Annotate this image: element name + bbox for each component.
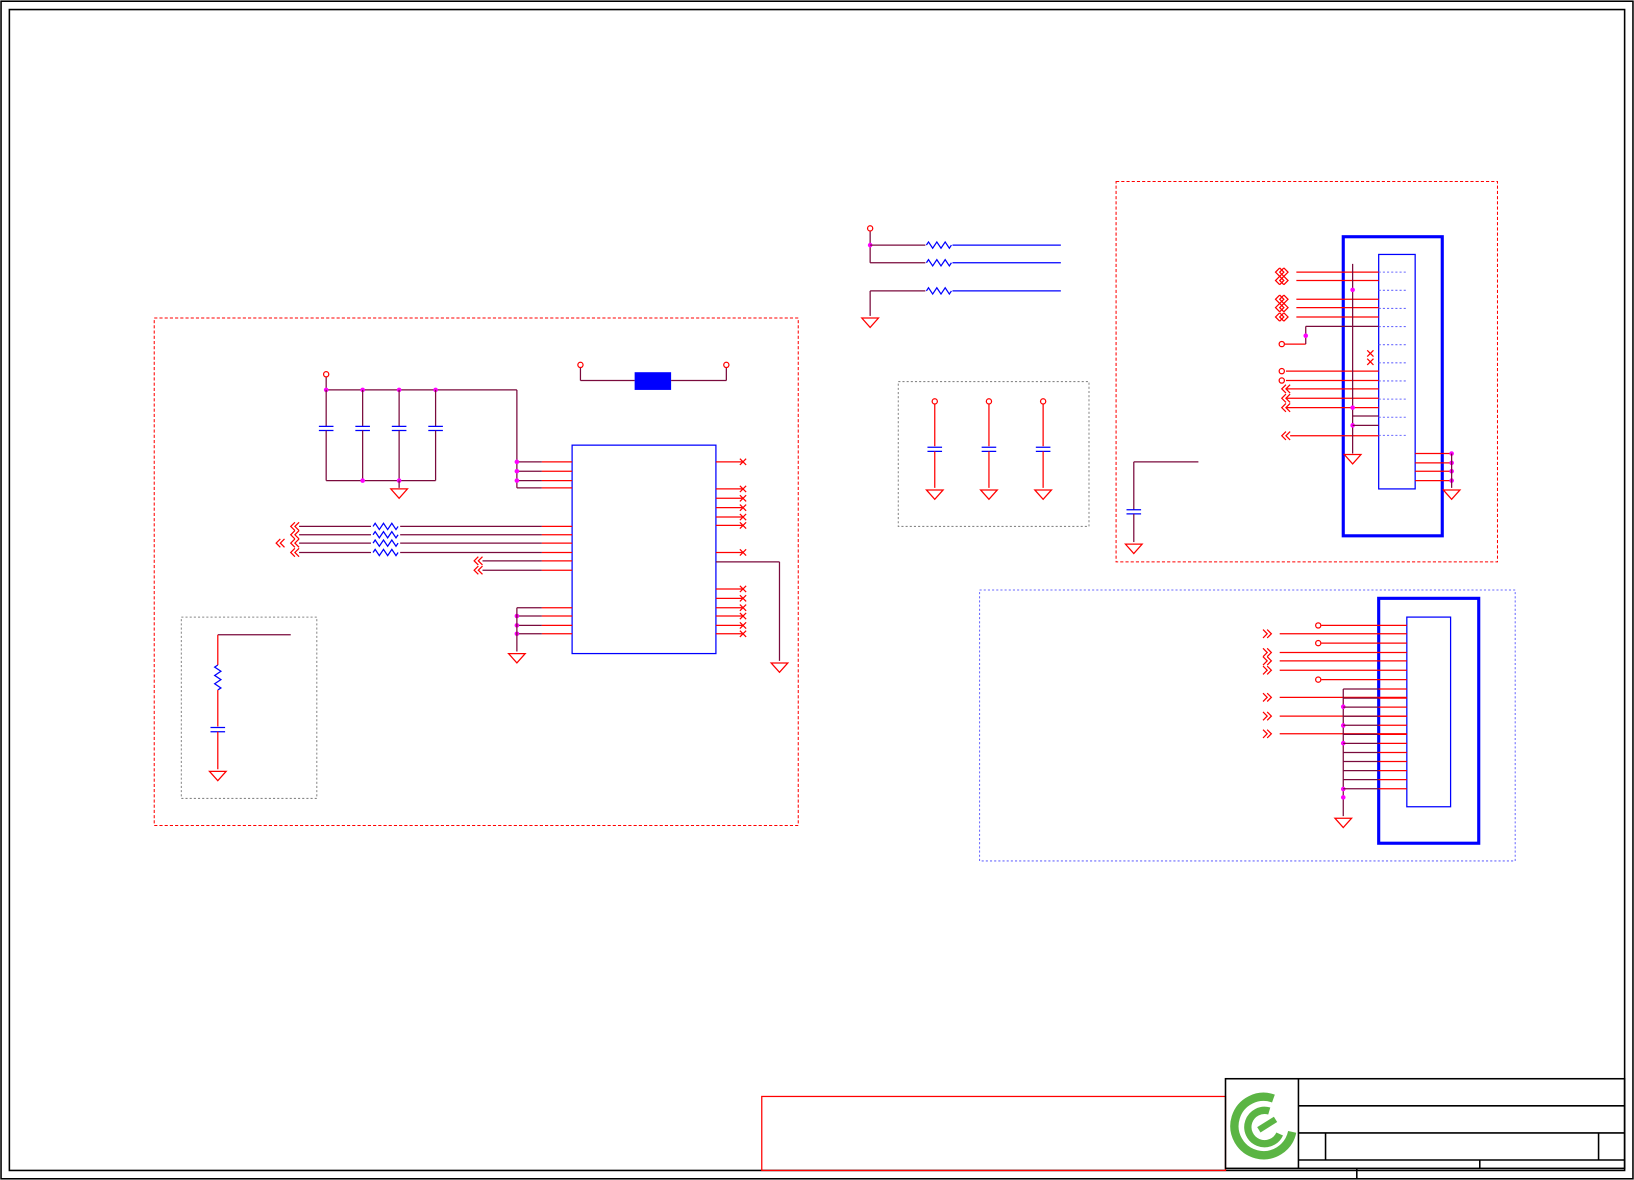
connector-inner <box>1406 616 1452 808</box>
offpage-connector <box>473 556 483 566</box>
junction-dot <box>360 478 365 483</box>
offpage-connector <box>1274 275 1285 286</box>
junction-dot <box>1303 333 1309 339</box>
power-port <box>985 398 993 405</box>
offpage-connector <box>1262 647 1273 658</box>
capacitor <box>210 726 226 733</box>
connector-inner <box>1378 253 1416 490</box>
power-port <box>577 361 584 369</box>
ground-symbol <box>979 489 999 501</box>
capacitor <box>1126 509 1142 515</box>
offpage-connector <box>289 521 300 532</box>
resistor <box>925 240 952 250</box>
offpage-connector <box>1280 431 1291 441</box>
resistor <box>213 664 223 691</box>
offpage-connector <box>1279 302 1289 313</box>
power-port <box>322 371 330 378</box>
no-connect-mark <box>1366 358 1374 366</box>
power-port <box>1278 367 1286 375</box>
offpage-connector <box>1279 275 1289 286</box>
ground-symbol <box>860 317 880 329</box>
capacitor <box>981 446 997 453</box>
group-border <box>180 616 318 799</box>
resistor <box>925 286 952 296</box>
capacitor <box>927 446 943 453</box>
no-connect-mark <box>1366 349 1374 358</box>
capacitor <box>318 425 334 432</box>
power-port <box>1278 377 1286 384</box>
offpage-connector <box>1262 729 1273 739</box>
ground-symbol <box>389 488 409 500</box>
junction-dot <box>1340 795 1346 800</box>
ground-symbol <box>1124 543 1144 555</box>
capacitor <box>355 425 370 432</box>
offpage-connector <box>1262 692 1273 702</box>
offpage-connector <box>1279 312 1289 322</box>
group-border <box>897 381 1090 527</box>
ground-symbol <box>208 770 228 782</box>
resistor <box>372 538 399 548</box>
resistor <box>372 522 399 531</box>
offpage-connector <box>1274 302 1285 313</box>
ground-symbol <box>1033 489 1053 501</box>
junction-dot <box>514 459 520 465</box>
junction-dot <box>1350 405 1355 410</box>
offpage-connector <box>473 565 483 575</box>
ground-symbol <box>925 489 945 501</box>
offpage-connector <box>289 530 300 540</box>
offpage-connector <box>1274 312 1285 322</box>
ground-symbol <box>1342 453 1363 465</box>
offpage-connector <box>1262 711 1273 721</box>
ground-symbol <box>769 662 790 674</box>
capacitor <box>1035 446 1051 453</box>
title-block <box>761 1077 1626 1179</box>
power-port <box>931 398 938 405</box>
offpage-connector <box>1279 294 1289 304</box>
resistor <box>372 530 399 540</box>
power-port <box>1315 676 1322 683</box>
resistor <box>372 548 399 557</box>
ground-symbol <box>507 652 527 664</box>
offpage-connector <box>1262 656 1273 666</box>
offpage-connector <box>1262 629 1273 639</box>
junction-dot <box>514 468 520 474</box>
power-port <box>723 361 730 369</box>
capacitor <box>391 425 407 432</box>
power-port <box>1039 398 1047 405</box>
junction-dot <box>1350 287 1355 293</box>
schematic-sheet <box>0 0 1634 1180</box>
junction-dot <box>514 478 520 483</box>
offpage-connector <box>1279 267 1289 277</box>
offpage-connector <box>1274 267 1285 277</box>
ground-symbol <box>1441 489 1462 501</box>
group-border <box>979 589 1516 862</box>
offpage-connector <box>289 538 300 548</box>
offpage-connector <box>289 547 300 558</box>
offpage-connector <box>275 538 285 548</box>
power-port <box>1315 639 1322 647</box>
power-port <box>866 225 874 232</box>
capacitor <box>428 425 443 432</box>
ground-symbol <box>1333 817 1353 829</box>
resistor <box>925 258 952 268</box>
connector-body <box>1341 235 1444 538</box>
power-port <box>1278 340 1286 348</box>
offpage-connector <box>1274 294 1285 304</box>
company-logo-icon <box>1230 1092 1297 1160</box>
offpage-connector <box>1262 665 1273 675</box>
power-port <box>1315 622 1322 629</box>
ic-chip <box>571 444 717 655</box>
ferrite-bead <box>634 372 672 390</box>
